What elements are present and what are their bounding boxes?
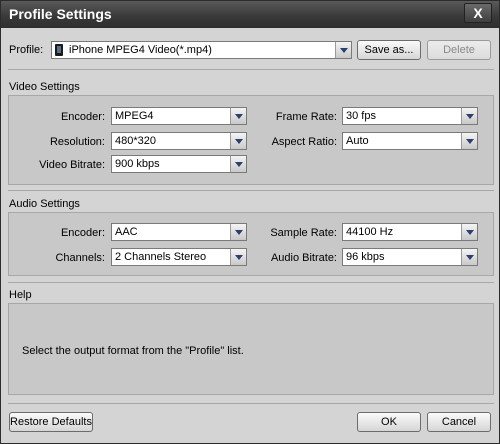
phone-icon: [55, 44, 63, 56]
video-bitrate-label: Video Bitrate:: [39, 159, 105, 171]
audio-bitrate-value: 96 kbps: [346, 251, 385, 263]
divider: [8, 69, 494, 70]
audio-encoder-select[interactable]: AAC: [111, 223, 247, 241]
chevron-down-icon[interactable]: [335, 42, 351, 58]
resolution-label: Resolution:: [49, 136, 105, 148]
help-title: Help: [9, 289, 32, 301]
chevron-down-icon[interactable]: [230, 224, 246, 240]
audio-bitrate-select[interactable]: 96 kbps: [342, 248, 478, 266]
audio-encoder-label: Encoder:: [60, 227, 105, 239]
close-icon: X: [473, 5, 483, 21]
window-title: Profile Settings: [9, 6, 112, 22]
cancel-button[interactable]: Cancel: [427, 412, 491, 432]
audio-settings-title: Audio Settings: [9, 198, 80, 210]
audio-encoder-value: AAC: [115, 226, 138, 238]
sample-rate-value: 44100 Hz: [346, 226, 394, 238]
sample-rate-label: Sample Rate:: [270, 227, 337, 239]
chevron-down-icon[interactable]: [230, 133, 246, 149]
sample-rate-select[interactable]: 44100 Hz: [342, 223, 478, 241]
video-bitrate-select[interactable]: 900 kbps: [111, 155, 247, 173]
delete-button[interactable]: Delete: [427, 40, 491, 60]
chevron-down-icon[interactable]: [461, 108, 477, 124]
channels-label: Channels:: [55, 252, 105, 264]
profile-select[interactable]: iPhone MPEG4 Video(*.mp4): [51, 41, 352, 59]
video-bitrate-value: 900 kbps: [115, 158, 160, 170]
divider: [8, 190, 494, 191]
chevron-down-icon[interactable]: [230, 156, 246, 172]
frame-rate-label: Frame Rate:: [275, 111, 337, 123]
audio-settings-panel: [8, 212, 494, 276]
restore-defaults-button[interactable]: Restore Defaults: [9, 412, 93, 432]
chevron-down-icon[interactable]: [461, 224, 477, 240]
title-bar: Profile Settings X: [1, 1, 499, 28]
channels-select[interactable]: 2 Channels Stereo: [111, 248, 247, 266]
divider: [8, 403, 494, 404]
ok-button[interactable]: OK: [357, 412, 421, 432]
profile-value: iPhone MPEG4 Video(*.mp4): [69, 44, 212, 56]
chevron-down-icon[interactable]: [461, 133, 477, 149]
close-button[interactable]: X: [464, 3, 492, 23]
video-encoder-select[interactable]: MPEG4: [111, 107, 247, 125]
video-encoder-value: MPEG4: [115, 110, 154, 122]
frame-rate-select[interactable]: 30 fps: [342, 107, 478, 125]
save-as-button[interactable]: Save as...: [357, 40, 421, 60]
profile-label: Profile:: [9, 44, 44, 56]
video-encoder-label: Encoder:: [60, 111, 105, 123]
profile-settings-dialog: Profile Settings X Profile: iPhone MPEG4…: [0, 0, 500, 444]
chevron-down-icon[interactable]: [461, 249, 477, 265]
chevron-down-icon[interactable]: [230, 249, 246, 265]
video-settings-title: Video Settings: [9, 81, 80, 93]
aspect-ratio-select[interactable]: Auto: [342, 132, 478, 150]
channels-value: 2 Channels Stereo: [115, 251, 207, 263]
resolution-select[interactable]: 480*320: [111, 132, 247, 150]
audio-bitrate-label: Audio Bitrate:: [270, 252, 337, 264]
frame-rate-value: 30 fps: [346, 110, 376, 122]
aspect-ratio-value: Auto: [346, 135, 369, 147]
divider: [8, 282, 494, 283]
chevron-down-icon[interactable]: [230, 108, 246, 124]
aspect-ratio-label: Aspect Ratio:: [271, 136, 337, 148]
resolution-value: 480*320: [115, 135, 156, 147]
help-text: Select the output format from the "Profi…: [22, 345, 244, 357]
